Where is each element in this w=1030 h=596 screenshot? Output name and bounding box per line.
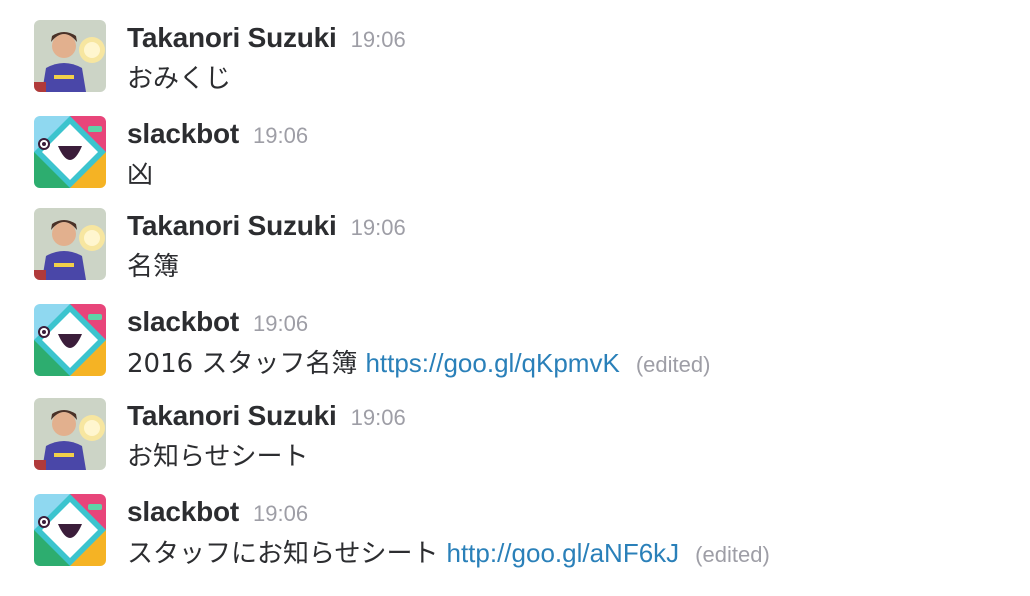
- edited-label: (edited): [635, 352, 711, 377]
- message-timestamp[interactable]: 19:06: [351, 405, 406, 431]
- user-avatar[interactable]: [34, 398, 106, 470]
- message-text: 2016 スタッフ名簿 https://goo.gl/qKpmvK (edite…: [127, 346, 710, 382]
- slackbot-logo-icon: [34, 494, 106, 566]
- slackbot-logo-icon: [34, 304, 106, 376]
- message-body-text: スタッフにお知らせシート: [127, 539, 439, 569]
- slackbot-avatar[interactable]: [34, 116, 106, 188]
- message-item: slackbot 19:06 凶: [0, 116, 1030, 206]
- user-avatar[interactable]: [34, 208, 106, 280]
- sender-name[interactable]: Takanori Suzuki: [127, 210, 337, 242]
- user-photo-icon: [34, 398, 106, 470]
- message-text: おみくじ: [127, 62, 231, 96]
- message-header: Takanori Suzuki 19:06: [127, 210, 406, 246]
- message-text: スタッフにお知らせシート http://goo.gl/aNF6kJ (edite…: [127, 536, 770, 572]
- user-photo-icon: [34, 208, 106, 280]
- slackbot-logo-icon: [34, 116, 106, 188]
- sender-name[interactable]: Takanori Suzuki: [127, 22, 337, 54]
- sender-name[interactable]: Takanori Suzuki: [127, 400, 337, 432]
- slackbot-avatar[interactable]: [34, 304, 106, 376]
- message-header: Takanori Suzuki 19:06: [127, 400, 406, 436]
- message-item: Takanori Suzuki 19:06 名簿: [0, 208, 1030, 298]
- user-avatar[interactable]: [34, 20, 106, 92]
- message-text: 名簿: [127, 250, 179, 284]
- message-header: slackbot 19:06: [127, 118, 308, 154]
- user-photo-icon: [34, 20, 106, 92]
- message-header: slackbot 19:06: [127, 306, 308, 342]
- sender-name[interactable]: slackbot: [127, 496, 239, 528]
- message-header: slackbot 19:06: [127, 496, 308, 532]
- message-body-text: おみくじ: [127, 64, 232, 94]
- message-header: Takanori Suzuki 19:06: [127, 22, 406, 58]
- sender-name[interactable]: slackbot: [127, 306, 239, 338]
- message-text: 凶: [127, 158, 153, 192]
- message-timestamp[interactable]: 19:06: [253, 311, 308, 337]
- edited-label: (edited): [695, 542, 770, 567]
- message-timestamp[interactable]: 19:06: [253, 123, 308, 149]
- message-timestamp[interactable]: 19:06: [351, 27, 406, 53]
- message-body-text: 凶: [127, 160, 154, 190]
- slackbot-avatar[interactable]: [34, 494, 106, 566]
- message-timestamp[interactable]: 19:06: [351, 215, 406, 241]
- message-item: slackbot 19:06 2016 スタッフ名簿 https://goo.g…: [0, 304, 1030, 394]
- message-timestamp[interactable]: 19:06: [253, 501, 308, 527]
- message-body-text: お知らせシート: [127, 442, 309, 472]
- message-link[interactable]: http://goo.gl/aNF6kJ: [446, 536, 679, 570]
- sender-name[interactable]: slackbot: [127, 118, 239, 150]
- message-item: slackbot 19:06 スタッフにお知らせシート http://goo.g…: [0, 494, 1030, 584]
- message-item: Takanori Suzuki 19:06 お知らせシート: [0, 398, 1030, 488]
- message-item: Takanori Suzuki 19:06 おみくじ: [0, 20, 1030, 110]
- message-link[interactable]: https://goo.gl/qKpmvK: [365, 346, 619, 380]
- message-body-text: 2016 スタッフ名簿: [127, 349, 358, 379]
- message-text: お知らせシート: [127, 440, 308, 474]
- message-body-text: 名簿: [127, 252, 180, 282]
